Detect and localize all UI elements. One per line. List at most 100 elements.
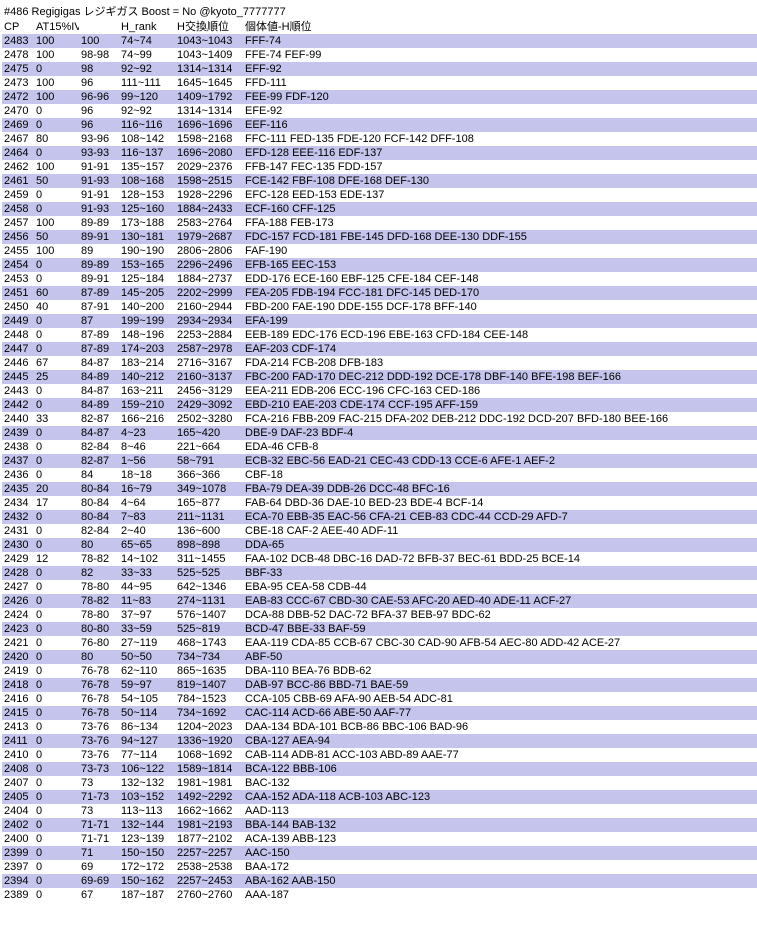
cell-at: 25 xyxy=(34,370,79,384)
cell-kv: ABA-162 AAB-150 xyxy=(243,874,757,888)
cell-at: 0 xyxy=(34,258,79,272)
table-row: 2407073132~1321981~1981BAC-132 xyxy=(2,776,757,790)
cell-hx: 2716~3167 xyxy=(175,356,243,370)
cell-hx: 2760~2760 xyxy=(175,888,243,902)
cell-iv: 80-84 xyxy=(79,482,119,496)
cell-hx: 2160~3137 xyxy=(175,370,243,384)
table-row: 2408073-73106~1221589~1814BCA-122 BBB-10… xyxy=(2,762,757,776)
cell-cp: 2428 xyxy=(2,566,34,580)
cell-kv: ECF-160 CFF-125 xyxy=(243,202,757,216)
cell-hr: 106~122 xyxy=(119,762,175,776)
cell-iv: 84-89 xyxy=(79,370,119,384)
cell-hr: 113~113 xyxy=(119,804,175,818)
cell-hr: 150~150 xyxy=(119,846,175,860)
cell-hx: 1981~1981 xyxy=(175,776,243,790)
table-row: 2415076-7850~114734~1692CAC-114 ACD-66 A… xyxy=(2,706,757,720)
cell-kv: ABF-50 xyxy=(243,650,757,664)
cell-hr: 187~187 xyxy=(119,888,175,902)
cell-kv: CBE-18 CAF-2 AEE-40 ADF-11 xyxy=(243,524,757,538)
cell-hx: 2253~2884 xyxy=(175,328,243,342)
cell-hx: 1043~1043 xyxy=(175,34,243,48)
cell-kv: EFC-128 EED-153 EDE-137 xyxy=(243,188,757,202)
cell-kv: EFD-128 EEE-116 EDF-137 xyxy=(243,146,757,160)
cell-at: 0 xyxy=(34,146,79,160)
cell-hx: 525~819 xyxy=(175,622,243,636)
cell-hr: 94~127 xyxy=(119,734,175,748)
cell-iv: 80-84 xyxy=(79,510,119,524)
table-row: 24352080-8416~79349~1078FBA-79 DEA-39 DD… xyxy=(2,482,757,496)
cell-hx: 576~1407 xyxy=(175,608,243,622)
cell-at: 40 xyxy=(34,300,79,314)
table-row: 2416076-7854~105784~1523CCA-105 CBB-69 A… xyxy=(2,692,757,706)
cell-hx: 734~1692 xyxy=(175,706,243,720)
cell-iv: 89-89 xyxy=(79,216,119,230)
cell-kv: FEE-99 FDF-120 xyxy=(243,90,757,104)
cell-iv: 69 xyxy=(79,860,119,874)
table-row: 2442084-89159~2102429~3092EBD-210 EAE-20… xyxy=(2,398,757,412)
cell-cp: 2437 xyxy=(2,454,34,468)
cell-at: 80 xyxy=(34,132,79,146)
table-row: 2423080-8033~59525~819BCD-47 BBE-33 BAF-… xyxy=(2,622,757,636)
cell-cp: 2457 xyxy=(2,216,34,230)
cell-iv: 87-91 xyxy=(79,300,119,314)
cell-hr: 128~153 xyxy=(119,188,175,202)
table-row: 24403382-87166~2162502~3280FCA-216 FBB-2… xyxy=(2,412,757,426)
cell-hx: 1928~2296 xyxy=(175,188,243,202)
table-row: 24678093-96108~1421598~2168FFC-111 FED-1… xyxy=(2,132,757,146)
cell-at: 0 xyxy=(34,510,79,524)
cell-hx: 366~366 xyxy=(175,468,243,482)
table-row: 2399071150~1502257~2257AAC-150 xyxy=(2,846,757,860)
cell-kv: FAF-190 xyxy=(243,244,757,258)
table-row: 24291278-8214~102311~1455FAA-102 DCB-48 … xyxy=(2,552,757,566)
cell-at: 0 xyxy=(34,202,79,216)
cell-at: 0 xyxy=(34,468,79,482)
table-row: 2410073-7677~1141068~1692CAB-114 ADB-81 … xyxy=(2,748,757,762)
table-row: 24341780-844~64165~877FAB-64 DBD-36 DAE-… xyxy=(2,496,757,510)
table-row: 245510089190~1902806~2806FAF-190 xyxy=(2,244,757,258)
cell-cp: 2407 xyxy=(2,776,34,790)
cell-cp: 2413 xyxy=(2,720,34,734)
cell-kv: ECA-70 EBB-35 EAC-56 CFA-21 CEB-83 CDC-4… xyxy=(243,510,757,524)
cell-iv: 80-84 xyxy=(79,496,119,510)
cell-iv: 87 xyxy=(79,314,119,328)
cell-at: 50 xyxy=(34,230,79,244)
cell-iv: 84-87 xyxy=(79,356,119,370)
cell-kv: EBA-95 CEA-58 CDB-44 xyxy=(243,580,757,594)
cell-at: 0 xyxy=(34,272,79,286)
cell-hx: 1598~2515 xyxy=(175,174,243,188)
cell-iv: 78-80 xyxy=(79,580,119,594)
cell-hr: 99~120 xyxy=(119,90,175,104)
cell-at: 50 xyxy=(34,174,79,188)
cell-cp: 2410 xyxy=(2,748,34,762)
cell-hx: 211~1131 xyxy=(175,510,243,524)
cell-at: 0 xyxy=(34,608,79,622)
cell-cp: 2435 xyxy=(2,482,34,496)
cell-cp: 2483 xyxy=(2,34,34,48)
cell-kv: FBC-200 FAD-170 DEC-212 DDD-192 DCE-178 … xyxy=(243,370,757,384)
cell-cp: 2450 xyxy=(2,300,34,314)
cell-cp: 2462 xyxy=(2,160,34,174)
cell-cp: 2467 xyxy=(2,132,34,146)
cell-hx: 1884~2737 xyxy=(175,272,243,286)
cell-kv: FFD-111 xyxy=(243,76,757,90)
cell-iv: 87-89 xyxy=(79,342,119,356)
cell-hx: 2502~3280 xyxy=(175,412,243,426)
cell-hx: 468~1743 xyxy=(175,636,243,650)
cell-cp: 2451 xyxy=(2,286,34,300)
table-row: 2394069-69150~1622257~2453ABA-162 AAB-15… xyxy=(2,874,757,888)
cell-iv: 67 xyxy=(79,888,119,902)
cell-kv: EDD-176 ECE-160 EBF-125 CFE-184 CEF-148 xyxy=(243,272,757,286)
page-title: #486 Regigigas レジギガス Boost = No @kyoto_7… xyxy=(2,2,757,20)
cell-cp: 2419 xyxy=(2,664,34,678)
cell-at: 100 xyxy=(34,160,79,174)
cell-hx: 1589~1814 xyxy=(175,762,243,776)
table-row: 246210091-91135~1572029~2376FFB-147 FEC-… xyxy=(2,160,757,174)
cell-kv: ACA-139 ABB-123 xyxy=(243,832,757,846)
cell-hx: 2934~2934 xyxy=(175,314,243,328)
col-iv xyxy=(79,20,119,34)
cell-at: 0 xyxy=(34,62,79,76)
cell-cp: 2473 xyxy=(2,76,34,90)
table-row: 248310010074~741043~1043FFF-74 xyxy=(2,34,757,48)
cell-kv: ECB-32 EBC-56 EAD-21 CEC-43 CDD-13 CCE-6… xyxy=(243,454,757,468)
cell-hx: 1696~2080 xyxy=(175,146,243,160)
